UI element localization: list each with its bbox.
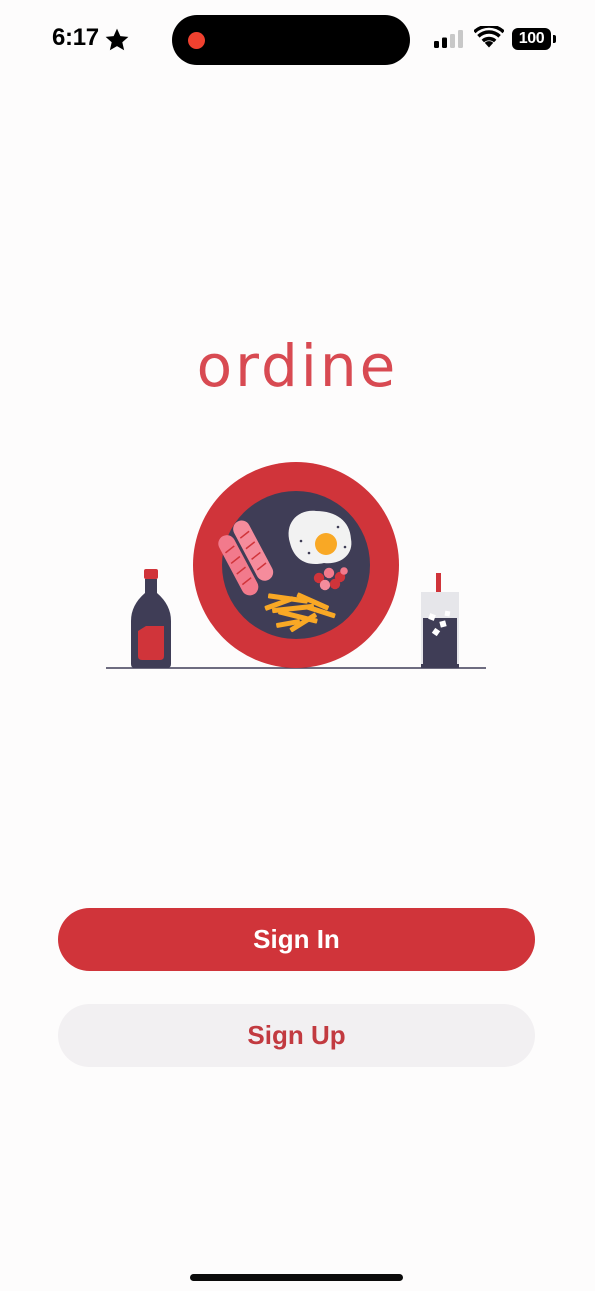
sign-in-button[interactable]: Sign In <box>58 908 535 971</box>
drink-glass-icon <box>421 573 459 668</box>
plate-icon <box>193 462 399 668</box>
recording-indicator-icon <box>188 32 205 49</box>
dynamic-island <box>172 15 410 65</box>
battery-icon: 100 <box>512 28 557 50</box>
status-bar: 6:17 100 <box>0 0 595 80</box>
star-icon <box>105 28 129 51</box>
app-logo: ordine <box>196 332 399 400</box>
sign-up-button[interactable]: Sign Up <box>58 1004 535 1067</box>
ketchup-bottle-icon <box>131 569 171 668</box>
food-plate-illustration <box>106 462 486 669</box>
status-time: 6:17 <box>52 24 99 51</box>
cellular-signal-icon <box>434 30 463 48</box>
home-indicator[interactable] <box>190 1274 403 1281</box>
wifi-icon <box>474 26 504 48</box>
battery-level: 100 <box>512 28 551 50</box>
